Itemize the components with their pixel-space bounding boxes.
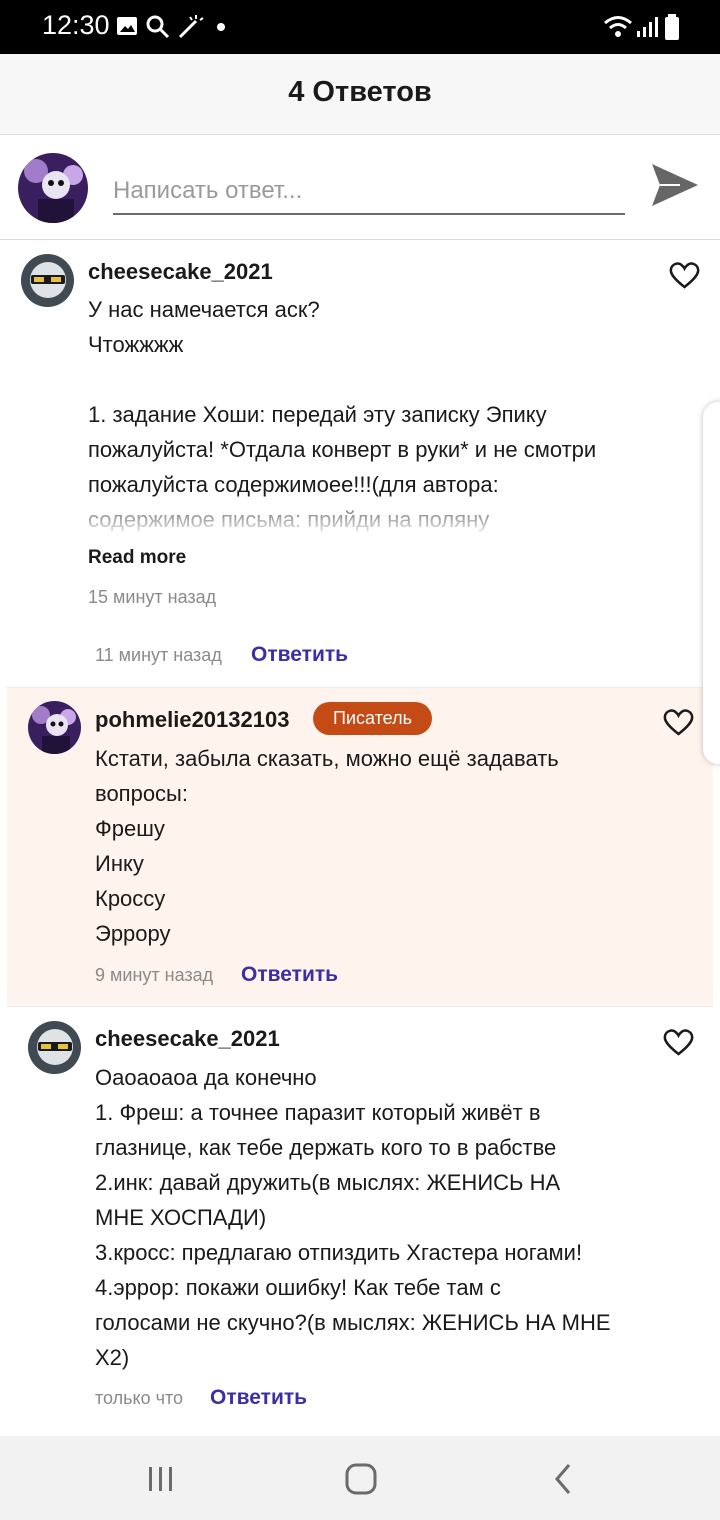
reply-composer — [0, 135, 720, 240]
signal-icon — [637, 17, 658, 37]
header: 4 Ответов — [0, 54, 720, 135]
comment-time: 15 минут назад — [88, 587, 217, 607]
read-more-link[interactable]: Read more — [88, 547, 186, 569]
magic-wand-icon — [178, 15, 204, 39]
reply-button[interactable]: Ответить — [251, 643, 348, 667]
comment-username[interactable]: pohmelie20132103 — [95, 707, 289, 733]
navigation-bar — [0, 1436, 720, 1520]
reply-button[interactable]: Ответить — [210, 1386, 307, 1410]
recent-apps-icon[interactable] — [147, 1466, 175, 1492]
notification-dot-icon — [217, 23, 225, 31]
page-title: 4 Ответов — [288, 76, 432, 108]
image-icon — [117, 17, 137, 35]
heart-icon[interactable] — [663, 708, 694, 736]
comment-time: только что — [95, 1388, 184, 1408]
comment-text: Оаоаоаоа да конечно 1. Фреш: а точнее па… — [95, 1065, 611, 1370]
comment-time: 9 минут назад — [95, 965, 214, 985]
search-icon — [146, 15, 170, 39]
avatar[interactable] — [21, 254, 74, 307]
avatar[interactable] — [28, 701, 81, 754]
send-icon[interactable] — [650, 160, 700, 210]
status-time: 12:30 — [42, 10, 110, 40]
scroll-handle[interactable] — [703, 402, 720, 764]
home-icon[interactable] — [345, 1463, 377, 1495]
reply-input[interactable] — [113, 169, 625, 215]
heart-icon[interactable] — [669, 261, 700, 289]
reply-button[interactable]: Ответить — [241, 963, 338, 987]
status-bar: 12:30 — [0, 0, 720, 54]
avatar[interactable] — [28, 1021, 81, 1074]
text-fade — [88, 498, 648, 538]
comment-username[interactable]: cheesecake_2021 — [88, 259, 273, 285]
comment-username[interactable]: cheesecake_2021 — [95, 1026, 280, 1052]
avatar[interactable] — [18, 153, 88, 223]
comment-text: Кстати, забыла сказать, можно ещё задава… — [95, 746, 559, 946]
battery-icon — [665, 14, 679, 40]
comment-time: 11 минут назад — [95, 645, 222, 665]
writer-badge: Писатель — [313, 702, 432, 735]
back-icon[interactable] — [553, 1463, 573, 1495]
wifi-icon — [604, 16, 632, 37]
heart-icon[interactable] — [663, 1028, 694, 1056]
